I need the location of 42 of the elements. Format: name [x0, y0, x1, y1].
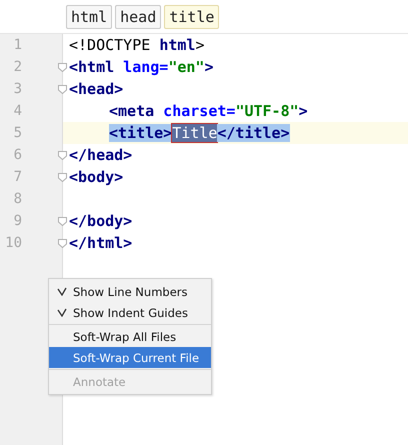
line-number: 9 — [12, 213, 22, 229]
fold-marker-icon[interactable] — [58, 217, 67, 226]
code-token: <html — [69, 58, 114, 76]
line-number: 7 — [12, 169, 22, 185]
fold-marker-icon[interactable] — [58, 173, 67, 182]
fold-marker-icon[interactable] — [58, 63, 67, 72]
code-token: "UTF-8" — [235, 102, 299, 120]
code-token: <!DOCTYPE — [69, 36, 152, 54]
code-token: </title> — [217, 124, 290, 142]
code-token: > — [298, 102, 308, 120]
code-token: <body> — [69, 168, 124, 186]
line-number: 3 — [12, 81, 22, 97]
menu-item[interactable]: Soft-Wrap All Files — [49, 326, 211, 347]
code-token: </head> — [69, 146, 132, 164]
code-token: </body> — [69, 212, 132, 230]
menu-item[interactable]: Soft-Wrap Current File — [49, 347, 211, 368]
selected-match-text: Title — [172, 124, 218, 142]
code-token: <head> — [69, 80, 124, 98]
menu-item[interactable]: Show Line Numbers — [49, 281, 211, 302]
fold-marker-icon[interactable] — [58, 151, 67, 160]
line-number: 6 — [12, 147, 22, 163]
code-token: > — [195, 36, 204, 54]
fold-marker-icon[interactable] — [58, 239, 67, 248]
line-number: 8 — [12, 191, 22, 207]
fold-marker-icon[interactable] — [58, 85, 67, 94]
breadcrumb-tab[interactable]: title — [164, 4, 220, 28]
line-number: 2 — [12, 59, 22, 75]
code-token: <title> — [109, 124, 172, 142]
breadcrumb-tab[interactable]: html — [66, 4, 112, 28]
breadcrumb-tab[interactable]: head — [115, 4, 162, 28]
code-token: charset= — [162, 102, 236, 120]
code-token: lang= — [122, 58, 168, 76]
code-token: <meta — [109, 102, 154, 120]
line-number: 5 — [12, 125, 22, 141]
code-token: </html> — [69, 234, 132, 252]
line-number: 10 — [4, 235, 22, 251]
code-token: "en" — [168, 58, 204, 76]
code-token: html — [159, 36, 196, 54]
line-number: 4 — [12, 103, 22, 119]
menu-item[interactable]: Show Indent Guides — [49, 302, 211, 323]
line-number: 1 — [12, 37, 22, 53]
code-token: > — [204, 58, 214, 76]
